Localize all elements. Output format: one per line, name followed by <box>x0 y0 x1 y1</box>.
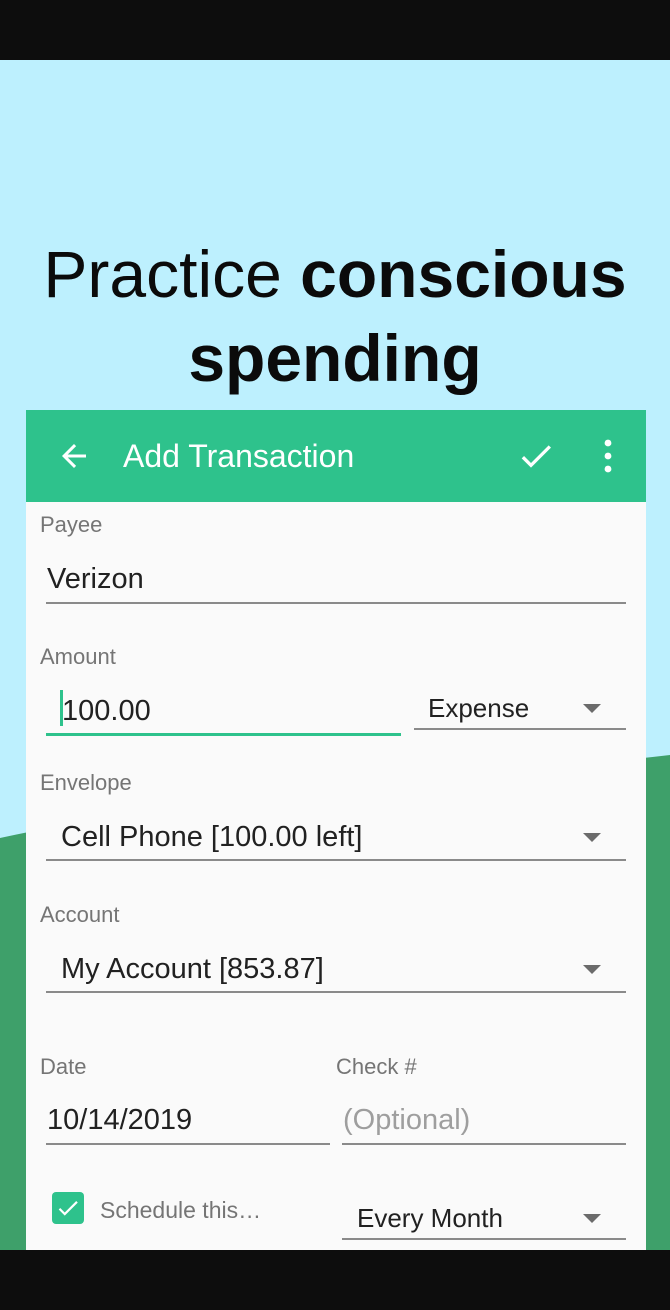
frequency-underline <box>342 1238 626 1240</box>
amount-underline <box>46 733 401 736</box>
chevron-down-icon[interactable] <box>583 704 601 713</box>
envelope-select[interactable]: Cell Phone [100.00 left] <box>61 819 362 855</box>
schedule-checkbox[interactable] <box>52 1192 84 1224</box>
account-label: Account <box>40 902 120 927</box>
type-underline <box>414 728 626 730</box>
date-underline <box>46 1143 330 1145</box>
account-underline <box>46 991 626 993</box>
check-number-underline <box>342 1143 626 1145</box>
app-bar: Add Transaction <box>26 410 646 502</box>
payee-label: Payee <box>40 512 103 537</box>
date-label: Date <box>40 1054 87 1079</box>
chevron-down-icon[interactable] <box>583 965 601 974</box>
frequency-select[interactable]: Every Month <box>357 1200 503 1236</box>
account-select[interactable]: My Account [853.87] <box>61 951 324 987</box>
amount-input[interactable]: 100.00 <box>62 693 151 729</box>
envelope-underline <box>46 859 626 861</box>
schedule-label[interactable]: Schedule this… <box>100 1196 261 1224</box>
amount-label: Amount <box>40 644 116 669</box>
payee-underline <box>46 602 626 604</box>
envelope-label: Envelope <box>40 770 132 795</box>
transaction-type-select[interactable]: Expense <box>428 690 529 726</box>
checkmark-icon <box>58 1201 78 1216</box>
status-bar <box>0 0 670 60</box>
headline-regular: Practice <box>43 237 301 311</box>
chevron-down-icon[interactable] <box>583 1214 601 1223</box>
navigation-bar <box>0 1250 670 1310</box>
check-number-label: Check # <box>336 1054 417 1079</box>
check-number-input[interactable]: (Optional) <box>343 1102 470 1138</box>
check-icon[interactable] <box>516 436 556 476</box>
more-vert-icon[interactable] <box>596 436 620 476</box>
promo-headline: Practice conscious spending <box>0 232 670 400</box>
page-title: Add Transaction <box>123 438 355 474</box>
arrow-left-icon[interactable] <box>56 438 92 474</box>
date-input[interactable]: 10/14/2019 <box>47 1102 192 1138</box>
chevron-down-icon[interactable] <box>583 833 601 842</box>
add-transaction-screen: Add Transaction Payee Verizon Amount 100… <box>26 410 646 1250</box>
headline-bold: conscious <box>300 237 627 311</box>
headline-line-2: spending <box>188 321 482 395</box>
payee-input[interactable]: Verizon <box>47 561 144 597</box>
